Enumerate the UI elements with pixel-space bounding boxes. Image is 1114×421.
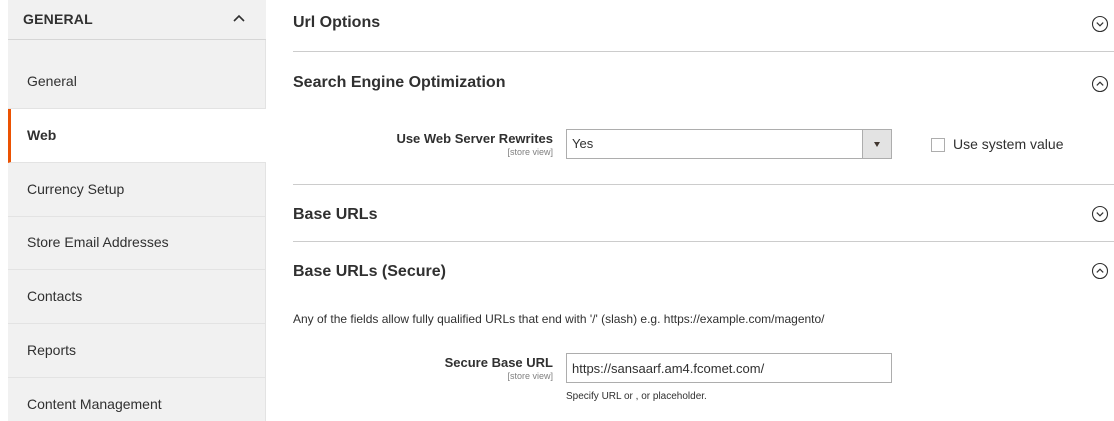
triangle-down-icon — [874, 142, 880, 147]
secure-base-url-note: Specify URL or , or placeholder. — [566, 391, 707, 402]
secure-base-url-label: Secure Base URL — [444, 355, 553, 370]
use-web-server-rewrites-label: Use Web Server Rewrites — [396, 131, 553, 146]
section-divider — [293, 241, 1114, 242]
sidebar-item-label: General — [27, 73, 77, 89]
base-urls-hint: Any of the fields allow fully qualified … — [293, 312, 825, 326]
sidebar-item-label: Store Email Addresses — [27, 234, 169, 250]
sidebar-item-reports[interactable]: Reports — [8, 324, 266, 378]
sidebar-item-label: Content Management — [27, 396, 162, 412]
use-system-value-label[interactable]: Use system value — [953, 136, 1063, 152]
sidebar-group-general[interactable]: GENERAL — [8, 0, 266, 40]
section-title-seo[interactable]: Search Engine Optimization — [293, 74, 505, 92]
select-value: Yes — [572, 136, 594, 151]
scope-note: [store view] — [507, 371, 553, 381]
sidebar-item-currency-setup[interactable]: Currency Setup — [8, 163, 266, 217]
section-title-base-urls-secure[interactable]: Base URLs (Secure) — [293, 263, 446, 281]
chevron-down-circle-icon[interactable] — [1091, 15, 1109, 33]
section-title-base-urls[interactable]: Base URLs — [293, 206, 377, 224]
sidebar-item-web[interactable]: Web — [8, 109, 266, 163]
sidebar-item-store-email-addresses[interactable]: Store Email Addresses — [8, 216, 266, 270]
config-sidebar: GENERAL General Web Currency Setup Store… — [8, 0, 266, 421]
chevron-up-icon[interactable] — [233, 14, 245, 22]
use-system-value-checkbox[interactable] — [931, 138, 945, 152]
chevron-down-circle-icon[interactable] — [1091, 205, 1109, 223]
use-web-server-rewrites-select[interactable]: Yes — [566, 129, 892, 159]
sidebar-item-general[interactable]: General — [8, 55, 266, 109]
secure-base-url-input[interactable] — [566, 353, 892, 383]
section-divider — [293, 184, 1114, 185]
sidebar-item-label: Currency Setup — [27, 181, 125, 197]
sidebar-item-content-management[interactable]: Content Management — [8, 378, 266, 421]
sidebar-item-label: Contacts — [27, 288, 83, 304]
chevron-up-circle-icon[interactable] — [1091, 75, 1109, 93]
select-toggle[interactable] — [862, 130, 891, 158]
section-title-url-options[interactable]: Url Options — [293, 14, 380, 32]
section-divider — [293, 51, 1114, 52]
sidebar-item-label: Web — [27, 127, 57, 143]
scope-note: [store view] — [507, 147, 553, 157]
sidebar-item-label: Reports — [27, 342, 77, 358]
sidebar-group-label: GENERAL — [23, 11, 93, 27]
chevron-up-circle-icon[interactable] — [1091, 262, 1109, 280]
sidebar-item-contacts[interactable]: Contacts — [8, 270, 266, 324]
